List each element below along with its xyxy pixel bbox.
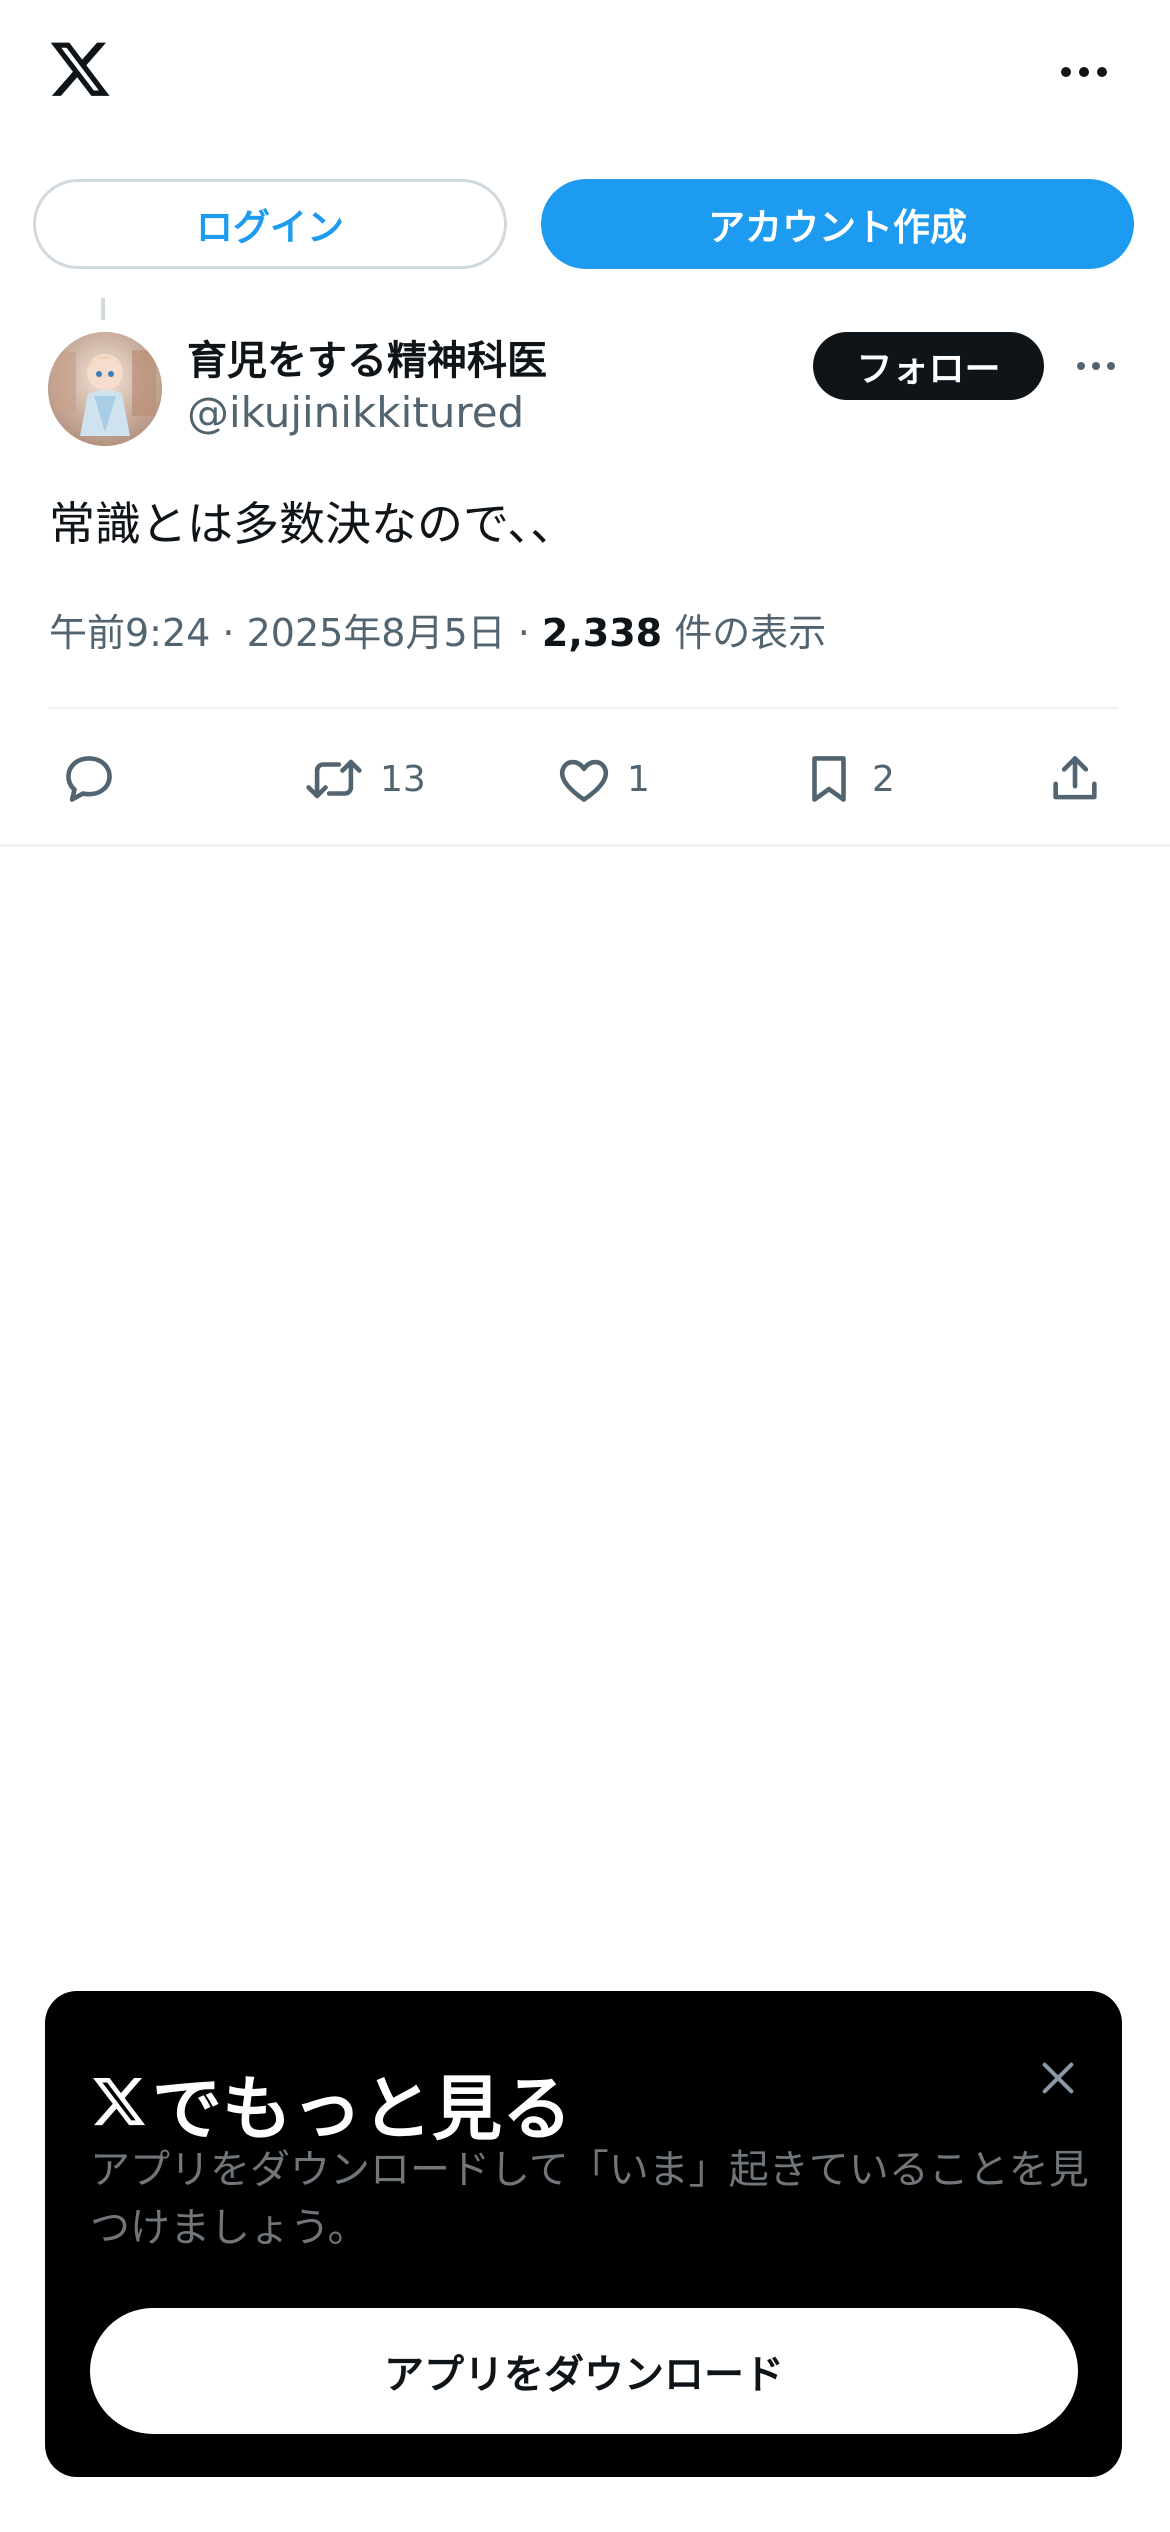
reply-button[interactable] [60, 744, 132, 814]
signup-button[interactable]: アカウント作成 [541, 179, 1134, 269]
like-button[interactable]: 1 [555, 744, 650, 814]
tweet-meta: 午前9:24 · 2025年8月5日 · 2,338 件の表示 [49, 602, 826, 657]
author-name[interactable]: 育児をする精神科医 [187, 328, 547, 386]
retweet-icon [302, 750, 366, 808]
bookmark-button[interactable]: 2 [800, 744, 895, 814]
x-logo-icon [90, 2077, 148, 2131]
tweet-text: 常識とは多数決なので、、 [49, 497, 577, 551]
reply-icon [60, 750, 118, 808]
tweet-time[interactable]: 午前9:24 [49, 611, 210, 655]
more-horizontal-icon[interactable] [1068, 344, 1124, 388]
share-icon [1046, 750, 1104, 808]
tweet-date[interactable]: 2025年8月5日 [247, 611, 506, 655]
author-handle[interactable]: @ikujinikkitured [187, 388, 524, 437]
close-icon[interactable] [1025, 2045, 1091, 2111]
share-button[interactable] [1046, 744, 1104, 814]
meta-separator: · [210, 611, 247, 655]
promo-title-text: でもっと見る [152, 2068, 572, 2150]
retweet-count: 13 [380, 758, 426, 800]
divider [48, 707, 1118, 709]
thread-line [101, 298, 105, 320]
like-count: 1 [627, 758, 650, 800]
download-app-button[interactable]: アプリをダウンロード [90, 2308, 1078, 2434]
bookmark-count: 2 [872, 758, 895, 800]
views-label: 件の表示 [662, 611, 827, 655]
promo-title: でもっと見る [90, 2053, 572, 2154]
meta-separator: · [505, 611, 542, 655]
section-divider [0, 844, 1170, 847]
follow-button[interactable]: フォロー [813, 332, 1044, 400]
bookmark-icon [800, 750, 858, 808]
heart-icon [555, 750, 613, 808]
app-download-card: でもっと見る アプリをダウンロードして「いま」起きていることを見つけましょう。 … [45, 1991, 1122, 2477]
views-count: 2,338 [541, 611, 663, 655]
retweet-button[interactable]: 13 [302, 744, 426, 814]
x-logo-icon[interactable] [44, 36, 116, 108]
login-button[interactable]: ログイン [33, 179, 507, 269]
avatar[interactable] [48, 332, 162, 446]
more-horizontal-icon[interactable] [1044, 44, 1124, 100]
promo-description: アプリをダウンロードして「いま」起きていることを見つけましょう。 [90, 2147, 1089, 2251]
